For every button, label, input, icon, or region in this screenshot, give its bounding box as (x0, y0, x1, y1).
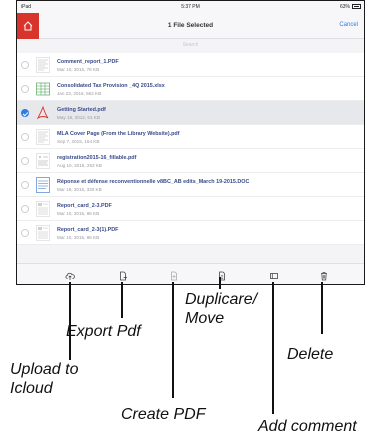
select-radio[interactable] (21, 109, 29, 117)
upload-icloud-button[interactable] (63, 269, 77, 283)
word-document-icon (36, 177, 50, 193)
select-radio[interactable] (21, 157, 29, 165)
file-meta: Mar 10, 2015, 78 KB (57, 67, 100, 72)
file-row[interactable]: Report_card_2-3(1).PDF Mar 10, 2015, 88 K… (17, 221, 364, 245)
file-meta: Sep 7, 2015, 154 KB (57, 139, 100, 144)
create-pdf-button[interactable] (167, 269, 181, 283)
select-radio[interactable] (21, 85, 29, 93)
select-radio[interactable] (21, 229, 29, 237)
create-pdf-icon (171, 271, 177, 281)
file-meta: Mar 10, 2015, 88 KB (57, 211, 100, 216)
export-callout-line (121, 282, 123, 318)
file-meta: Mar 19, 2015, 330 KB (57, 187, 102, 192)
status-bar: iPad 5:37 PM 63% (17, 1, 364, 13)
document-thumbnail-icon (36, 129, 50, 145)
file-thumbnail (36, 81, 50, 97)
document-thumbnail-icon (36, 57, 50, 73)
duplicate-move-button[interactable] (215, 269, 229, 283)
file-thumbnail (36, 153, 50, 169)
file-row[interactable]: Réponse et défense reconventionnelle v8B… (17, 173, 364, 197)
file-name: Getting Started.pdf (57, 107, 106, 113)
comment-annotation: Add comment (258, 418, 357, 435)
cancel-button[interactable]: Cancel (339, 22, 358, 28)
file-thumbnail (36, 57, 50, 73)
battery-icon (352, 4, 361, 9)
file-row[interactable]: Consolidated Tax Provision _4Q 2015.xlsx… (17, 77, 364, 101)
navigation-bar: 1 File Selected Cancel (17, 13, 364, 39)
file-meta: Mar 10, 2015, 88 KB (57, 235, 100, 240)
export-annotation: Export Pdf (66, 323, 141, 340)
acrobat-icon (36, 105, 49, 120)
select-radio[interactable] (21, 133, 29, 141)
export-pdf-icon (120, 271, 127, 281)
file-name: registration2015-16_fillable.pdf (57, 155, 137, 161)
file-row[interactable]: Comment_report_1.PDF Mar 10, 2015, 78 KB (17, 53, 364, 77)
file-meta: Jan 23, 2016, 562 KB (57, 91, 102, 96)
file-thumbnail (36, 105, 50, 121)
file-list: Comment_report_1.PDF Mar 10, 2015, 78 KB C… (17, 53, 364, 245)
file-row[interactable]: Getting Started.pdf May 19, 2012, 61 KB (17, 101, 364, 125)
create-annotation: Create PDF (121, 406, 206, 423)
page-title: 1 File Selected (167, 22, 214, 29)
file-row[interactable]: MLA Cover Page (From the Library Website… (17, 125, 364, 149)
file-name: Report_card_2-3(1).PDF (57, 227, 119, 233)
file-row[interactable]: Report_card_2-3.PDF Mar 10, 2015, 88 KB (17, 197, 364, 221)
search-bar: Search (17, 39, 364, 53)
file-name: Réponse et défense reconventionnelle v8B… (57, 179, 250, 185)
duplicate-callout-line (219, 277, 221, 289)
delete-button[interactable] (317, 269, 331, 283)
delete-annotation: Delete (287, 346, 334, 363)
form-thumbnail-icon (36, 153, 50, 169)
cloud-upload-icon (65, 272, 75, 280)
select-radio[interactable] (21, 61, 29, 69)
select-radio[interactable] (21, 181, 29, 189)
file-name: Consolidated Tax Provision _4Q 2015.xlsx (57, 83, 165, 89)
clock: 5:37 PM (181, 4, 200, 10)
file-name: Comment_report_1.PDF (57, 59, 119, 65)
file-thumbnail (36, 225, 50, 241)
file-thumbnail (36, 129, 50, 145)
file-row[interactable]: registration2015-16_fillable.pdf Aug 10, … (17, 149, 364, 173)
file-thumbnail (36, 201, 50, 217)
ipad-screen: iPad 5:37 PM 63% 1 File Selected Cancel … (16, 0, 365, 285)
upload-callout-line (69, 282, 71, 360)
file-meta: May 19, 2012, 61 KB (57, 115, 100, 120)
trash-icon (321, 272, 327, 281)
file-thumbnail (36, 177, 50, 193)
add-comment-button[interactable] (267, 269, 281, 283)
upload-annotation: Upload to Icloud (10, 361, 79, 397)
export-pdf-button[interactable] (116, 269, 130, 283)
file-meta: Aug 10, 2015, 253 KB (57, 163, 102, 168)
search-input[interactable]: Search (77, 41, 304, 50)
duplicate-annotation: Duplicare/ Move (185, 291, 258, 327)
report-thumbnail-icon (36, 225, 50, 241)
create-callout-line (172, 282, 174, 398)
file-name: Report_card_2-3.PDF (57, 203, 112, 209)
file-name: MLA Cover Page (From the Library Website… (57, 131, 180, 137)
comment-callout-line (272, 282, 274, 414)
delete-callout-line (321, 282, 323, 334)
report-thumbnail-icon (36, 201, 50, 217)
battery-percent: 63% (339, 4, 350, 10)
spreadsheet-thumbnail-icon (36, 82, 50, 96)
select-radio[interactable] (21, 205, 29, 213)
add-comment-icon (270, 273, 278, 279)
